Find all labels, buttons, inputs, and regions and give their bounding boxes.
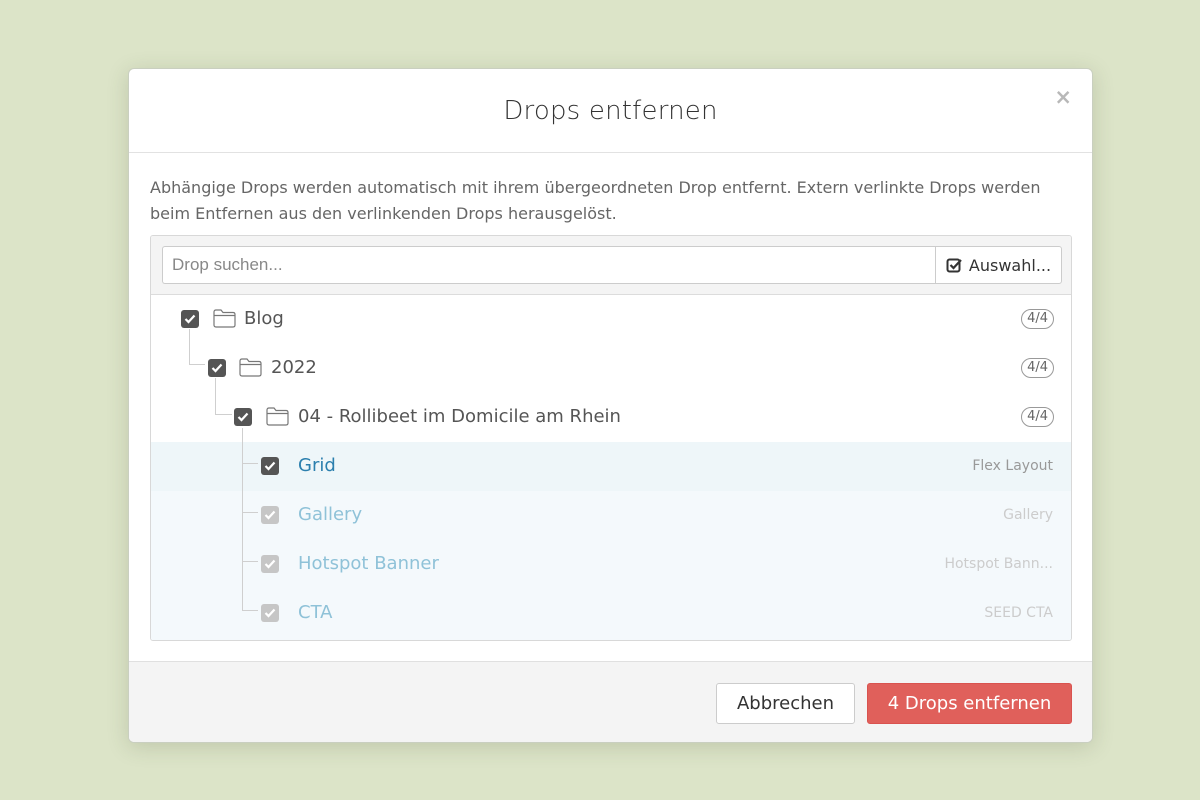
check-icon xyxy=(211,363,223,373)
checkbox[interactable] xyxy=(208,359,226,377)
tree-connector xyxy=(242,512,258,513)
search-input[interactable] xyxy=(162,246,936,284)
tree-row-label: Gallery xyxy=(298,504,363,525)
drop-type-label: Gallery xyxy=(1003,507,1053,523)
tree-row-grid[interactable]: Grid Flex Layout xyxy=(151,442,1071,491)
tree-row-gallery: Gallery Gallery xyxy=(151,491,1071,540)
tree-row-label: CTA xyxy=(298,602,333,623)
dialog-footer: Abbrechen 4 Drops entfernen xyxy=(129,661,1092,742)
check-icon xyxy=(264,608,276,618)
search-bar: Auswahl... xyxy=(151,236,1071,295)
dialog-header: Drops entfernen × xyxy=(129,69,1092,153)
cancel-button[interactable]: Abbrechen xyxy=(716,683,855,724)
tree-row-2022[interactable]: 2022 4/4 xyxy=(151,344,1071,393)
checkbox xyxy=(261,604,279,622)
selection-button-label: Auswahl... xyxy=(968,255,1052,275)
checkbox[interactable] xyxy=(234,408,252,426)
folder-icon xyxy=(213,309,236,328)
tree-row-label: Hotspot Banner xyxy=(298,553,439,574)
tree-connector xyxy=(242,561,258,562)
check-icon xyxy=(264,510,276,520)
check-icon xyxy=(184,314,196,324)
tree-row-blog[interactable]: Blog 4/4 xyxy=(151,295,1071,344)
remove-drops-button[interactable]: 4 Drops entfernen xyxy=(867,683,1072,724)
folder-icon xyxy=(239,358,262,377)
tree-row-label: 04 - Rollibeet im Domicile am Rhein xyxy=(298,406,621,427)
drop-tree-panel: Auswahl... Blog 4/4 xyxy=(150,235,1072,641)
checkbox xyxy=(261,555,279,573)
dialog-description: Abhängige Drops werden automatisch mit i… xyxy=(150,178,1041,223)
tree-row-label[interactable]: Grid xyxy=(298,455,336,476)
dialog-title: Drops entfernen xyxy=(503,96,718,126)
tree-connector xyxy=(242,610,258,611)
count-badge: 4/4 xyxy=(1021,358,1054,378)
drop-type-label: Hotspot Bann... xyxy=(944,556,1053,572)
count-badge: 4/4 xyxy=(1021,309,1054,329)
folder-icon xyxy=(266,407,289,426)
drop-type-label: SEED CTA xyxy=(984,605,1053,621)
checkbox[interactable] xyxy=(261,457,279,475)
tree-row-cta: CTA SEED CTA xyxy=(151,589,1071,640)
drop-type-label: Flex Layout xyxy=(972,458,1053,474)
check-icon xyxy=(264,559,276,569)
selection-button[interactable]: Auswahl... xyxy=(935,246,1062,284)
tree-connector xyxy=(242,428,243,611)
tree-row-hotspot-banner: Hotspot Banner Hotspot Bann... xyxy=(151,540,1071,589)
remove-drops-dialog: Drops entfernen × Abhängige Drops werden… xyxy=(128,68,1093,743)
tree-row-label: 2022 xyxy=(271,357,317,378)
check-square-icon xyxy=(946,258,962,272)
checkbox xyxy=(261,506,279,524)
check-icon xyxy=(237,412,249,422)
count-badge: 4/4 xyxy=(1021,407,1054,427)
check-icon xyxy=(264,461,276,471)
tree-row-label: Blog xyxy=(244,308,284,329)
close-icon[interactable]: × xyxy=(1054,85,1072,109)
checkbox[interactable] xyxy=(181,310,199,328)
tree-row-rollibeet[interactable]: 04 - Rollibeet im Domicile am Rhein 4/4 xyxy=(151,393,1071,442)
tree-connector xyxy=(242,463,258,464)
